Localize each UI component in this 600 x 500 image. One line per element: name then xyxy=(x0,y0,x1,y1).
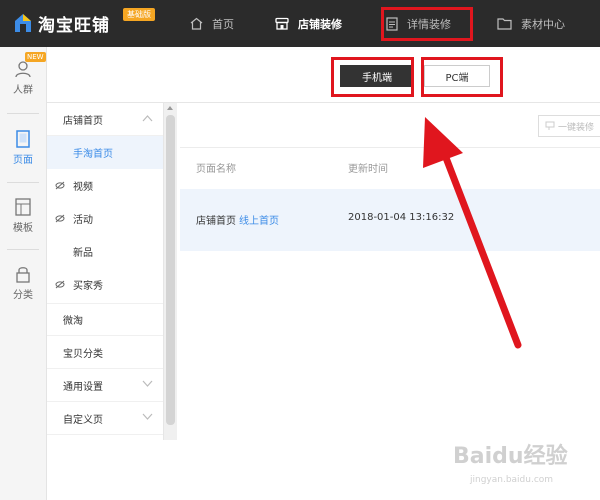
chevron-down-icon xyxy=(142,380,153,387)
nav-detail-decoration-label: 详情装修 xyxy=(407,17,451,31)
rail-item-categories[interactable]: 分类 xyxy=(0,252,46,314)
top-navigation-bar: 淘宝旺铺 基础版 首页 店铺装修 详情装修 素材中心 xyxy=(0,0,600,47)
sidebar-item-mobile-home[interactable]: 手淘首页 xyxy=(47,136,163,169)
one-click-decorate-button[interactable]: 一键装修 xyxy=(538,115,600,137)
house-logo-icon xyxy=(14,13,32,33)
edition-badge: 基础版 xyxy=(123,8,155,21)
column-header-page-name: 页面名称 xyxy=(196,164,236,175)
page-name-cell: 店铺首页 线上首页 xyxy=(196,212,279,227)
person-icon xyxy=(15,61,31,78)
sidebar-item-buyer-show[interactable]: 买家秀 xyxy=(47,268,163,301)
chevron-up-icon xyxy=(142,115,153,122)
hidden-eye-icon xyxy=(55,280,65,289)
rail-divider xyxy=(7,113,39,114)
rail-item-pages[interactable]: 页面 xyxy=(0,117,46,179)
rail-item-label: 页面 xyxy=(13,155,33,166)
sidebar-item-general-settings[interactable]: 通用设置 xyxy=(47,369,163,402)
device-tabs-bar: 手机端 PC端 xyxy=(47,47,600,103)
nav-home[interactable]: 首页 xyxy=(190,0,234,47)
flag-icon xyxy=(545,121,555,130)
hidden-eye-icon xyxy=(55,181,65,190)
nav-material-center-label: 素材中心 xyxy=(521,17,565,31)
sidebar-item-label: 通用设置 xyxy=(63,381,103,393)
rail-item-templates[interactable]: 模板 xyxy=(0,185,46,247)
nav-store-decoration[interactable]: 店铺装修 xyxy=(275,0,342,47)
divider xyxy=(180,147,600,148)
online-home-link[interactable]: 线上首页 xyxy=(239,216,279,227)
sidebar-item-label: 微淘 xyxy=(63,316,83,327)
updated-time-cell: 2018-01-04 13:16:32 xyxy=(348,212,455,223)
template-icon xyxy=(15,198,31,216)
sidebar-item-video[interactable]: 视频 xyxy=(47,169,163,202)
rail-divider xyxy=(7,182,39,183)
page-icon xyxy=(16,130,30,148)
rail-item-label: 人群 xyxy=(13,85,33,96)
watermark-url: jingyan.baidu.com xyxy=(470,475,554,485)
lock-icon xyxy=(16,267,30,283)
sidebar-item-label: 手淘首页 xyxy=(73,149,113,160)
sidebar-item-label: 买家秀 xyxy=(73,281,103,292)
rail-item-label: 模板 xyxy=(13,223,33,234)
brand-logo[interactable]: 淘宝旺铺 xyxy=(14,10,110,36)
folder-icon xyxy=(497,18,512,30)
sidebar-item-label: 新品 xyxy=(73,248,93,259)
store-icon xyxy=(275,17,289,30)
page-name: 店铺首页 xyxy=(196,216,236,227)
sidebar-item-label: 店铺首页 xyxy=(63,115,103,127)
sidebar-item-weitao[interactable]: 微淘 xyxy=(47,303,163,336)
sidebar-item-label: 视频 xyxy=(73,182,93,193)
rail-item-audience[interactable]: NEW 人群 xyxy=(0,47,46,109)
scroll-up-arrow-icon[interactable] xyxy=(167,106,173,110)
sidebar-item-activity[interactable]: 活动 xyxy=(47,202,163,235)
tab-pc[interactable]: PC端 xyxy=(424,65,490,87)
sidebar-item-label: 宝贝分类 xyxy=(63,348,103,360)
document-icon xyxy=(386,16,398,31)
column-header-updated-time: 更新时间 xyxy=(348,164,388,175)
nav-store-decoration-label: 店铺装修 xyxy=(298,17,342,31)
sidebar-item-label: 活动 xyxy=(73,215,93,226)
tab-mobile[interactable]: 手机端 xyxy=(340,65,414,87)
sidebar-item-custom-pages[interactable]: 自定义页 xyxy=(47,402,163,435)
sidebar-item-item-categories[interactable]: 宝贝分类 xyxy=(47,336,163,369)
nav-home-label: 首页 xyxy=(212,17,234,31)
brand-name: 淘宝旺铺 xyxy=(38,15,110,36)
table-row[interactable]: 店铺首页 线上首页 2018-01-04 13:16:32 xyxy=(180,189,600,251)
new-badge: NEW xyxy=(25,52,46,62)
nav-detail-decoration[interactable]: 详情装修 xyxy=(386,0,451,47)
rail-divider xyxy=(7,249,39,250)
one-click-decorate-label: 一键装修 xyxy=(558,122,595,133)
sidebar-item-new-arrivals[interactable]: 新品 xyxy=(47,235,163,268)
sidebar-item-label: 自定义页 xyxy=(63,414,103,426)
home-icon xyxy=(190,17,203,30)
nav-material-center[interactable]: 素材中心 xyxy=(497,0,565,47)
scrollbar-thumb[interactable] xyxy=(166,115,175,425)
page-list-sidebar: 店铺首页 手淘首页 视频 活动 新品 买家秀 微淘 宝贝分类 通用设置 自定义页 xyxy=(47,103,164,440)
sidebar-scrollbar[interactable] xyxy=(164,103,177,440)
hidden-eye-icon xyxy=(55,214,65,223)
rail-item-label: 分类 xyxy=(13,290,33,301)
watermark-logo: Baidu经验 xyxy=(453,444,568,469)
sidebar-item-store-home[interactable]: 店铺首页 xyxy=(47,103,163,136)
left-rail: NEW 人群 页面 模板 分类 xyxy=(0,47,47,500)
chevron-down-icon xyxy=(142,413,153,420)
